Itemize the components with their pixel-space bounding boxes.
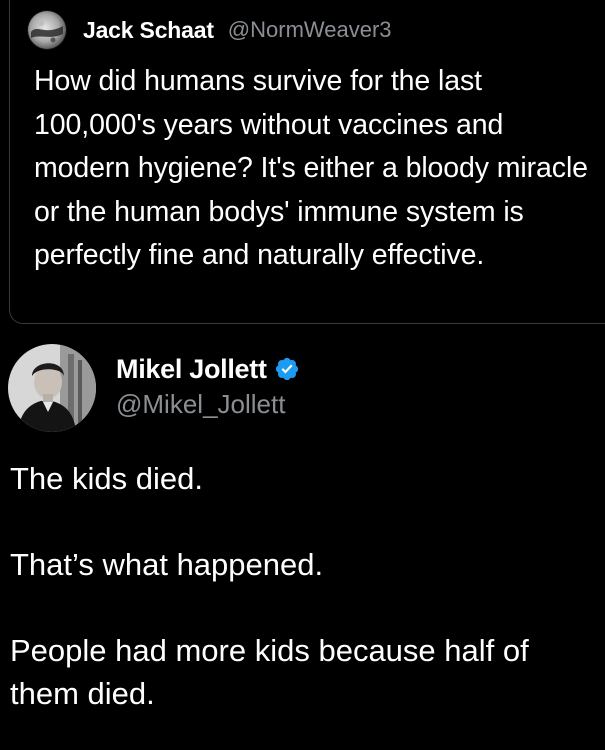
moon-avatar-icon[interactable] — [27, 10, 67, 50]
tweet-paragraph: The kids died. — [10, 461, 203, 496]
verified-badge-icon — [275, 357, 298, 381]
quoted-tweet-header: Jack Schaat @NormWeaver3 — [27, 8, 392, 52]
quoted-author-name[interactable]: Jack Schaat — [83, 17, 214, 44]
tweet-paragraph: People had more kids because half of the… — [10, 633, 529, 711]
author-handle[interactable]: @Mikel_Jollett — [116, 389, 285, 420]
quoted-tweet-card[interactable]: Jack Schaat @NormWeaver3 How did humans … — [9, 0, 605, 324]
tweet-paragraph: That’s what happened. — [10, 547, 324, 582]
quoted-tweet-text: How did humans survive for the last 100,… — [34, 65, 588, 271]
quoted-author-handle[interactable]: @NormWeaver3 — [228, 17, 392, 43]
author-avatar[interactable] — [8, 344, 96, 432]
author-name-row: Mikel Jollett — [116, 351, 300, 387]
author-name[interactable]: Mikel Jollett — [116, 354, 267, 385]
tweet-text: The kids died. That’s what happened. Peo… — [10, 457, 600, 715]
